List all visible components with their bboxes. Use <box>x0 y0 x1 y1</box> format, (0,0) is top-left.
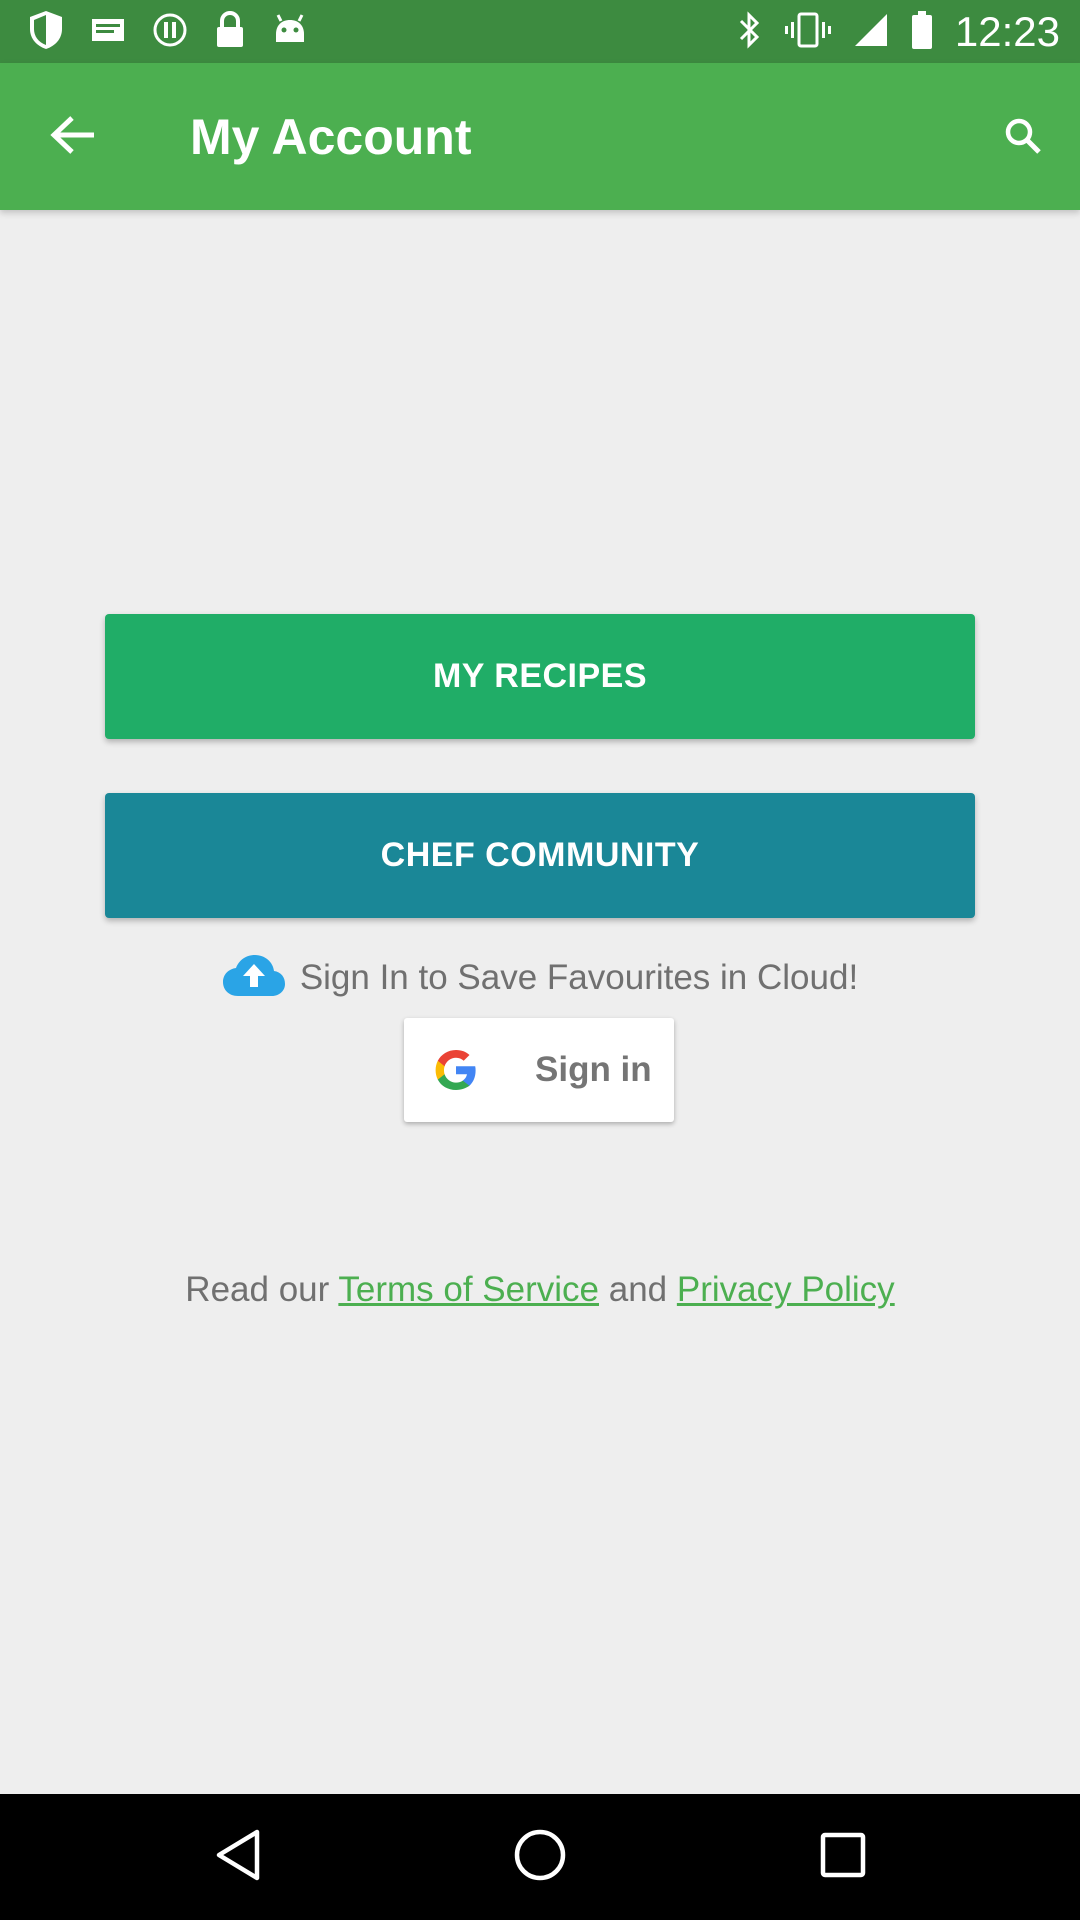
page-title: My Account <box>190 109 472 165</box>
home-circle-icon <box>512 1827 568 1888</box>
back-triangle-icon <box>213 1828 263 1887</box>
terms-of-service-link[interactable]: Terms of Service <box>338 1270 599 1309</box>
status-right-icons: 12:23 <box>737 8 1060 56</box>
arrow-back-icon <box>50 114 96 161</box>
legal-prefix: Read our <box>185 1270 339 1309</box>
system-nav-bar <box>0 1794 1080 1920</box>
google-sign-in-label: Sign in <box>535 1050 652 1089</box>
nav-home-button[interactable] <box>502 1819 578 1895</box>
bluetooth-icon <box>737 10 763 55</box>
nav-recents-button[interactable] <box>805 1819 881 1895</box>
cloud-sync-prompt: Sign In to Save Favourites in Cloud! <box>0 948 1080 1008</box>
status-left-icons <box>28 10 308 54</box>
app-bar: My Account <box>0 63 1080 210</box>
cloud-upload-icon <box>222 954 286 1003</box>
vibrate-icon <box>784 10 831 55</box>
lock-icon <box>214 10 246 54</box>
privacy-policy-link[interactable]: Privacy Policy <box>677 1270 895 1309</box>
android-icon <box>272 12 308 53</box>
mail-icon <box>90 15 126 50</box>
status-time: 12:23 <box>954 8 1060 55</box>
status-bar: 12:23 <box>0 0 1080 63</box>
cloud-prompt-text: Sign In to Save Favourites in Cloud! <box>299 958 859 997</box>
info-circle-icon <box>152 12 188 53</box>
battery-icon <box>911 10 933 55</box>
legal-links: Read our Terms of Service and Privacy Po… <box>0 1265 1080 1315</box>
google-sign-in-button[interactable]: Sign in <box>404 1018 674 1122</box>
my-recipes-button[interactable]: MY RECIPES <box>105 614 975 739</box>
nav-back-button[interactable] <box>200 1819 276 1895</box>
google-logo-icon <box>432 1046 480 1094</box>
signal-icon <box>853 12 889 53</box>
chef-community-button[interactable]: CHEF COMMUNITY <box>105 793 975 918</box>
search-button[interactable] <box>988 103 1058 173</box>
shield-icon <box>28 10 64 55</box>
recents-square-icon <box>819 1831 867 1884</box>
legal-middle: and <box>599 1270 677 1309</box>
search-icon <box>1004 117 1042 160</box>
back-button[interactable] <box>38 107 108 167</box>
